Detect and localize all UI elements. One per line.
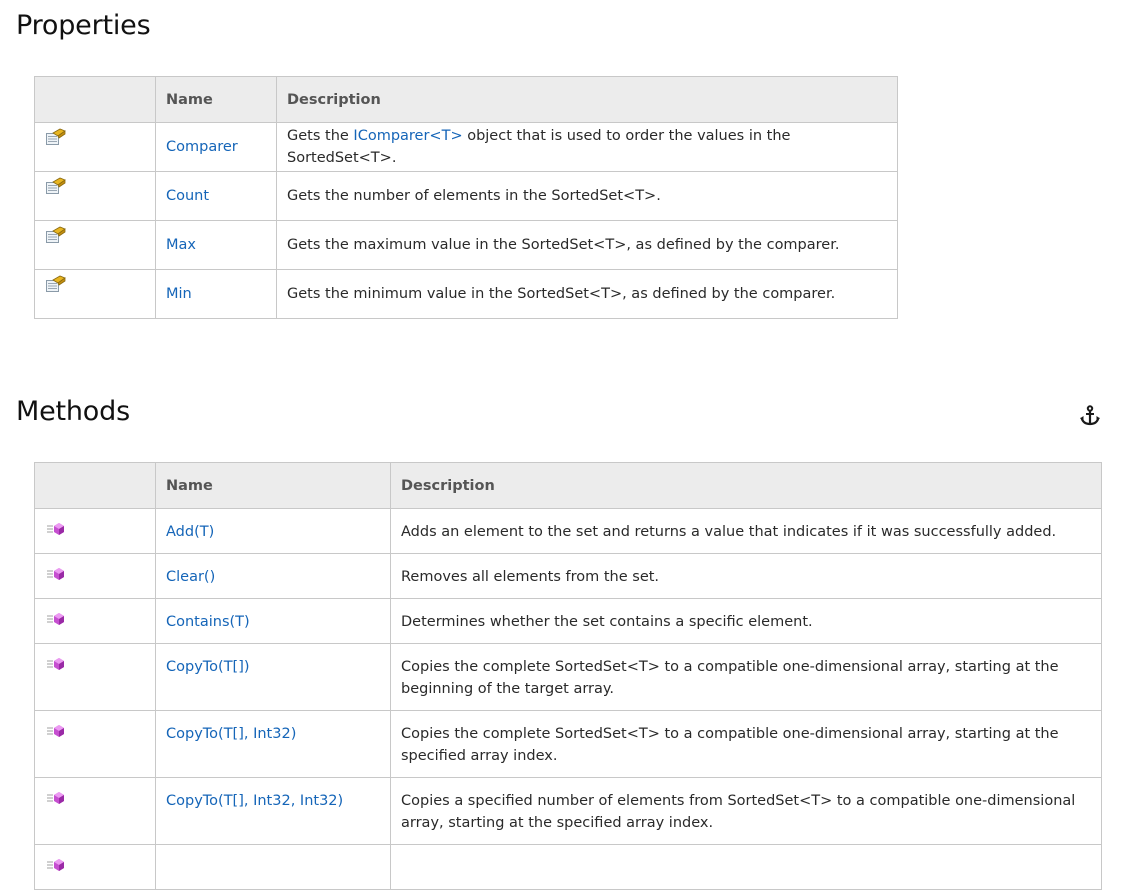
method-description-cell: Adds an element to the set and returns a… — [390, 508, 1102, 554]
property-link-min[interactable]: Min — [166, 286, 192, 302]
method-description-cell — [390, 844, 1102, 890]
property-description-text: Gets the number of elements in the Sorte… — [287, 188, 661, 204]
method-link-copyto-array[interactable]: CopyTo(T[]) — [166, 659, 250, 675]
method-icon — [45, 656, 67, 678]
method-name-cell: Contains(T) — [155, 598, 391, 644]
properties-table: Name Description Comparer Gets the IComp… — [34, 76, 898, 319]
properties-header-description: Description — [276, 76, 898, 123]
property-icon — [45, 226, 67, 251]
method-row-clear: Clear() Removes all elements from the se… — [34, 553, 1102, 599]
property-icon-cell — [34, 171, 156, 221]
property-name-cell: Max — [155, 220, 277, 270]
properties-heading: Properties — [16, 10, 151, 41]
properties-header-name: Name — [155, 76, 277, 123]
property-description-text: Gets the — [287, 128, 354, 144]
property-icon — [45, 177, 67, 202]
method-description-cell: Copies the complete SortedSet<T> to a co… — [390, 643, 1102, 711]
property-description-cell: Gets the minimum value in the SortedSet<… — [276, 269, 898, 319]
method-row-add: Add(T) Adds an element to the set and re… — [34, 508, 1102, 554]
method-icon-cell — [34, 598, 156, 644]
method-name-cell: Clear() — [155, 553, 391, 599]
method-icon — [45, 566, 67, 588]
methods-heading: Methods — [16, 396, 130, 427]
method-icon — [45, 521, 67, 543]
methods-header-icon — [34, 462, 156, 509]
methods-table: Name Description Add(T) Adds an element … — [34, 462, 1102, 890]
method-link-copyto-array-index-count[interactable]: CopyTo(T[], Int32, Int32) — [166, 793, 343, 809]
method-icon-cell — [34, 844, 156, 890]
method-icon — [45, 611, 67, 633]
method-row-copyto-array-index: CopyTo(T[], Int32) Copies the complete S… — [34, 710, 1102, 778]
anchor-icon[interactable] — [1078, 404, 1102, 428]
property-name-cell: Comparer — [155, 122, 277, 172]
property-row-comparer: Comparer Gets the IComparer<T> object th… — [34, 122, 898, 172]
property-description-cell: Gets the IComparer<T> object that is use… — [276, 122, 898, 172]
method-icon-cell — [34, 553, 156, 599]
method-icon — [45, 857, 67, 879]
method-icon-cell — [34, 710, 156, 778]
property-description-cell: Gets the number of elements in the Sorte… — [276, 171, 898, 221]
methods-header-description: Description — [390, 462, 1102, 509]
method-name-cell: CopyTo(T[]) — [155, 643, 391, 711]
method-row-contains: Contains(T) Determines whether the set c… — [34, 598, 1102, 644]
method-link-clear[interactable]: Clear() — [166, 569, 215, 585]
property-description-text: Gets the maximum value in the SortedSet<… — [287, 237, 840, 253]
method-link-copyto-array-index[interactable]: CopyTo(T[], Int32) — [166, 726, 296, 742]
method-link-add[interactable]: Add(T) — [166, 524, 214, 540]
method-link-contains[interactable]: Contains(T) — [166, 614, 250, 630]
method-row-copyto-array-index-count: CopyTo(T[], Int32, Int32) Copies a speci… — [34, 777, 1102, 845]
property-icon-cell — [34, 122, 156, 172]
property-row-min: Min Gets the minimum value in the Sorted… — [34, 269, 898, 319]
method-row-next — [34, 844, 1102, 890]
method-icon — [45, 723, 67, 745]
property-link-max[interactable]: Max — [166, 237, 196, 253]
property-row-max: Max Gets the maximum value in the Sorted… — [34, 220, 898, 270]
properties-header-row: Name Description — [34, 76, 898, 123]
methods-header-name: Name — [155, 462, 391, 509]
method-icon — [45, 790, 67, 812]
method-name-cell: CopyTo(T[], Int32) — [155, 710, 391, 778]
icomparer-link[interactable]: IComparer<T> — [353, 128, 462, 144]
method-name-cell: Add(T) — [155, 508, 391, 554]
property-icon-cell — [34, 269, 156, 319]
properties-header-icon — [34, 76, 156, 123]
method-description-cell: Copies the complete SortedSet<T> to a co… — [390, 710, 1102, 778]
property-icon — [45, 275, 67, 300]
method-icon-cell — [34, 777, 156, 845]
methods-header-row: Name Description — [34, 462, 1102, 509]
property-link-count[interactable]: Count — [166, 188, 209, 204]
property-name-cell: Min — [155, 269, 277, 319]
property-link-comparer[interactable]: Comparer — [166, 139, 238, 155]
method-description-cell: Determines whether the set contains a sp… — [390, 598, 1102, 644]
method-description-cell: Removes all elements from the set. — [390, 553, 1102, 599]
method-icon-cell — [34, 643, 156, 711]
method-row-copyto-array: CopyTo(T[]) Copies the complete SortedSe… — [34, 643, 1102, 711]
method-name-cell — [155, 844, 391, 890]
property-row-count: Count Gets the number of elements in the… — [34, 171, 898, 221]
method-name-cell: CopyTo(T[], Int32, Int32) — [155, 777, 391, 845]
property-description-text: Gets the minimum value in the SortedSet<… — [287, 286, 836, 302]
property-icon — [45, 128, 67, 153]
property-description-cell: Gets the maximum value in the SortedSet<… — [276, 220, 898, 270]
property-name-cell: Count — [155, 171, 277, 221]
method-description-cell: Copies a specified number of elements fr… — [390, 777, 1102, 845]
method-icon-cell — [34, 508, 156, 554]
property-icon-cell — [34, 220, 156, 270]
